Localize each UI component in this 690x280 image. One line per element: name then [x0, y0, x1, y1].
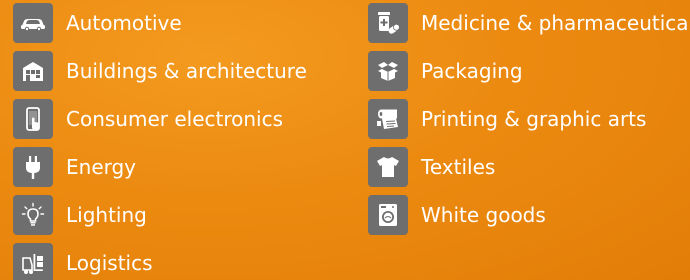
industry-label: Textiles: [421, 155, 496, 179]
industry-label: Buildings & architecture: [66, 59, 307, 83]
industry-label: White goods: [421, 203, 546, 227]
forklift-icon: [13, 243, 53, 280]
industry-label: Printing & graphic arts: [421, 107, 647, 131]
industry-item-lighting[interactable]: Lighting: [13, 195, 147, 235]
industry-item-logistics[interactable]: Logistics: [13, 243, 153, 280]
printing-roll-icon: [368, 99, 408, 139]
industry-item-packaging[interactable]: Packaging: [368, 51, 523, 91]
t-shirt-icon: [368, 147, 408, 187]
box-icon: [368, 51, 408, 91]
light-bulb-icon: [13, 195, 53, 235]
industry-item-printing[interactable]: Printing & graphic arts: [368, 99, 646, 139]
industry-item-automotive[interactable]: Automotive: [13, 3, 182, 43]
industry-label: Energy: [66, 155, 137, 179]
industry-item-white-goods[interactable]: White goods: [368, 195, 546, 235]
industry-label: Logistics: [66, 251, 153, 275]
industry-item-energy[interactable]: Energy: [13, 147, 136, 187]
industry-label: Lighting: [66, 203, 147, 227]
industry-label: Automotive: [66, 11, 182, 35]
building-icon: [13, 51, 53, 91]
industry-item-medicine[interactable]: Medicine & pharmaceutical: [368, 3, 690, 43]
plug-icon: [13, 147, 53, 187]
industry-list: Automotive Buildings & architecture Cons…: [0, 0, 690, 280]
industry-item-consumer-electronics[interactable]: Consumer electronics: [13, 99, 283, 139]
industry-item-buildings[interactable]: Buildings & architecture: [13, 51, 307, 91]
industry-item-textiles[interactable]: Textiles: [368, 147, 495, 187]
washing-machine-icon: [368, 195, 408, 235]
industry-label: Medicine & pharmaceutical: [421, 11, 690, 35]
medicine-icon: [368, 3, 408, 43]
smartphone-touch-icon: [13, 99, 53, 139]
industry-label: Packaging: [421, 59, 523, 83]
car-icon: [13, 3, 53, 43]
industry-label: Consumer electronics: [66, 107, 284, 131]
